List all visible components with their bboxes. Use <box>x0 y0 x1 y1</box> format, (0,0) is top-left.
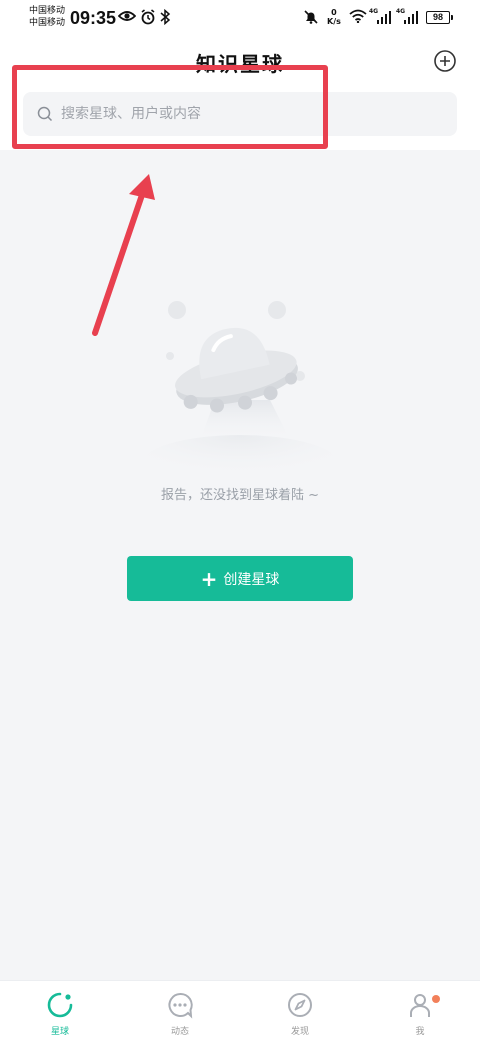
net-speed: 0 K/s <box>327 8 341 26</box>
tab-planet[interactable]: 星球 <box>0 981 120 1040</box>
annotation-highlight-box <box>12 65 328 149</box>
carrier-1: 中国移动 <box>29 6 66 16</box>
eye-comfort-icon <box>118 11 136 21</box>
create-planet-button[interactable]: + 创建星球 <box>127 556 353 601</box>
status-bar: 中国移动 中国移动 09:35 0 K/s 4G 4G 98 <box>0 0 480 36</box>
tab-me[interactable]: 我 <box>360 981 480 1040</box>
tab-discover[interactable]: 发现 <box>240 981 360 1040</box>
planet-icon <box>47 992 73 1018</box>
chat-bubble-icon <box>168 992 193 1019</box>
bottom-nav: 星球 动态 发现 我 <box>0 980 480 1040</box>
battery-indicator: 98 <box>426 11 453 24</box>
empty-state-message: 报告，还没找到星球着陆 ~ <box>160 488 320 503</box>
compass-icon <box>288 993 312 1017</box>
plus-icon: + <box>200 566 218 591</box>
alarm-icon <box>141 9 155 25</box>
signal-2-icon <box>404 11 418 24</box>
bluetooth-icon <box>160 9 171 25</box>
plus-circle-icon[interactable] <box>433 49 457 73</box>
user-icon <box>410 994 430 1017</box>
ufo-illustration <box>140 301 340 475</box>
tab-feed[interactable]: 动态 <box>120 981 240 1040</box>
tab-feed-label: 动态 <box>170 1027 189 1037</box>
tab-discover-label: 发现 <box>290 1027 309 1037</box>
status-time: 09:35 <box>70 8 117 28</box>
wifi-icon <box>349 9 367 23</box>
tab-planet-label: 星球 <box>50 1027 69 1037</box>
notification-badge <box>432 995 440 1003</box>
tab-me-label: 我 <box>415 1027 425 1037</box>
create-planet-label: 创建星球 <box>223 571 280 588</box>
carrier-2: 中国移动 <box>29 18 66 28</box>
carrier-info: 中国移动 中国移动 <box>29 5 65 29</box>
mute-bell-icon <box>304 10 318 24</box>
signal-1-icon <box>377 11 391 24</box>
